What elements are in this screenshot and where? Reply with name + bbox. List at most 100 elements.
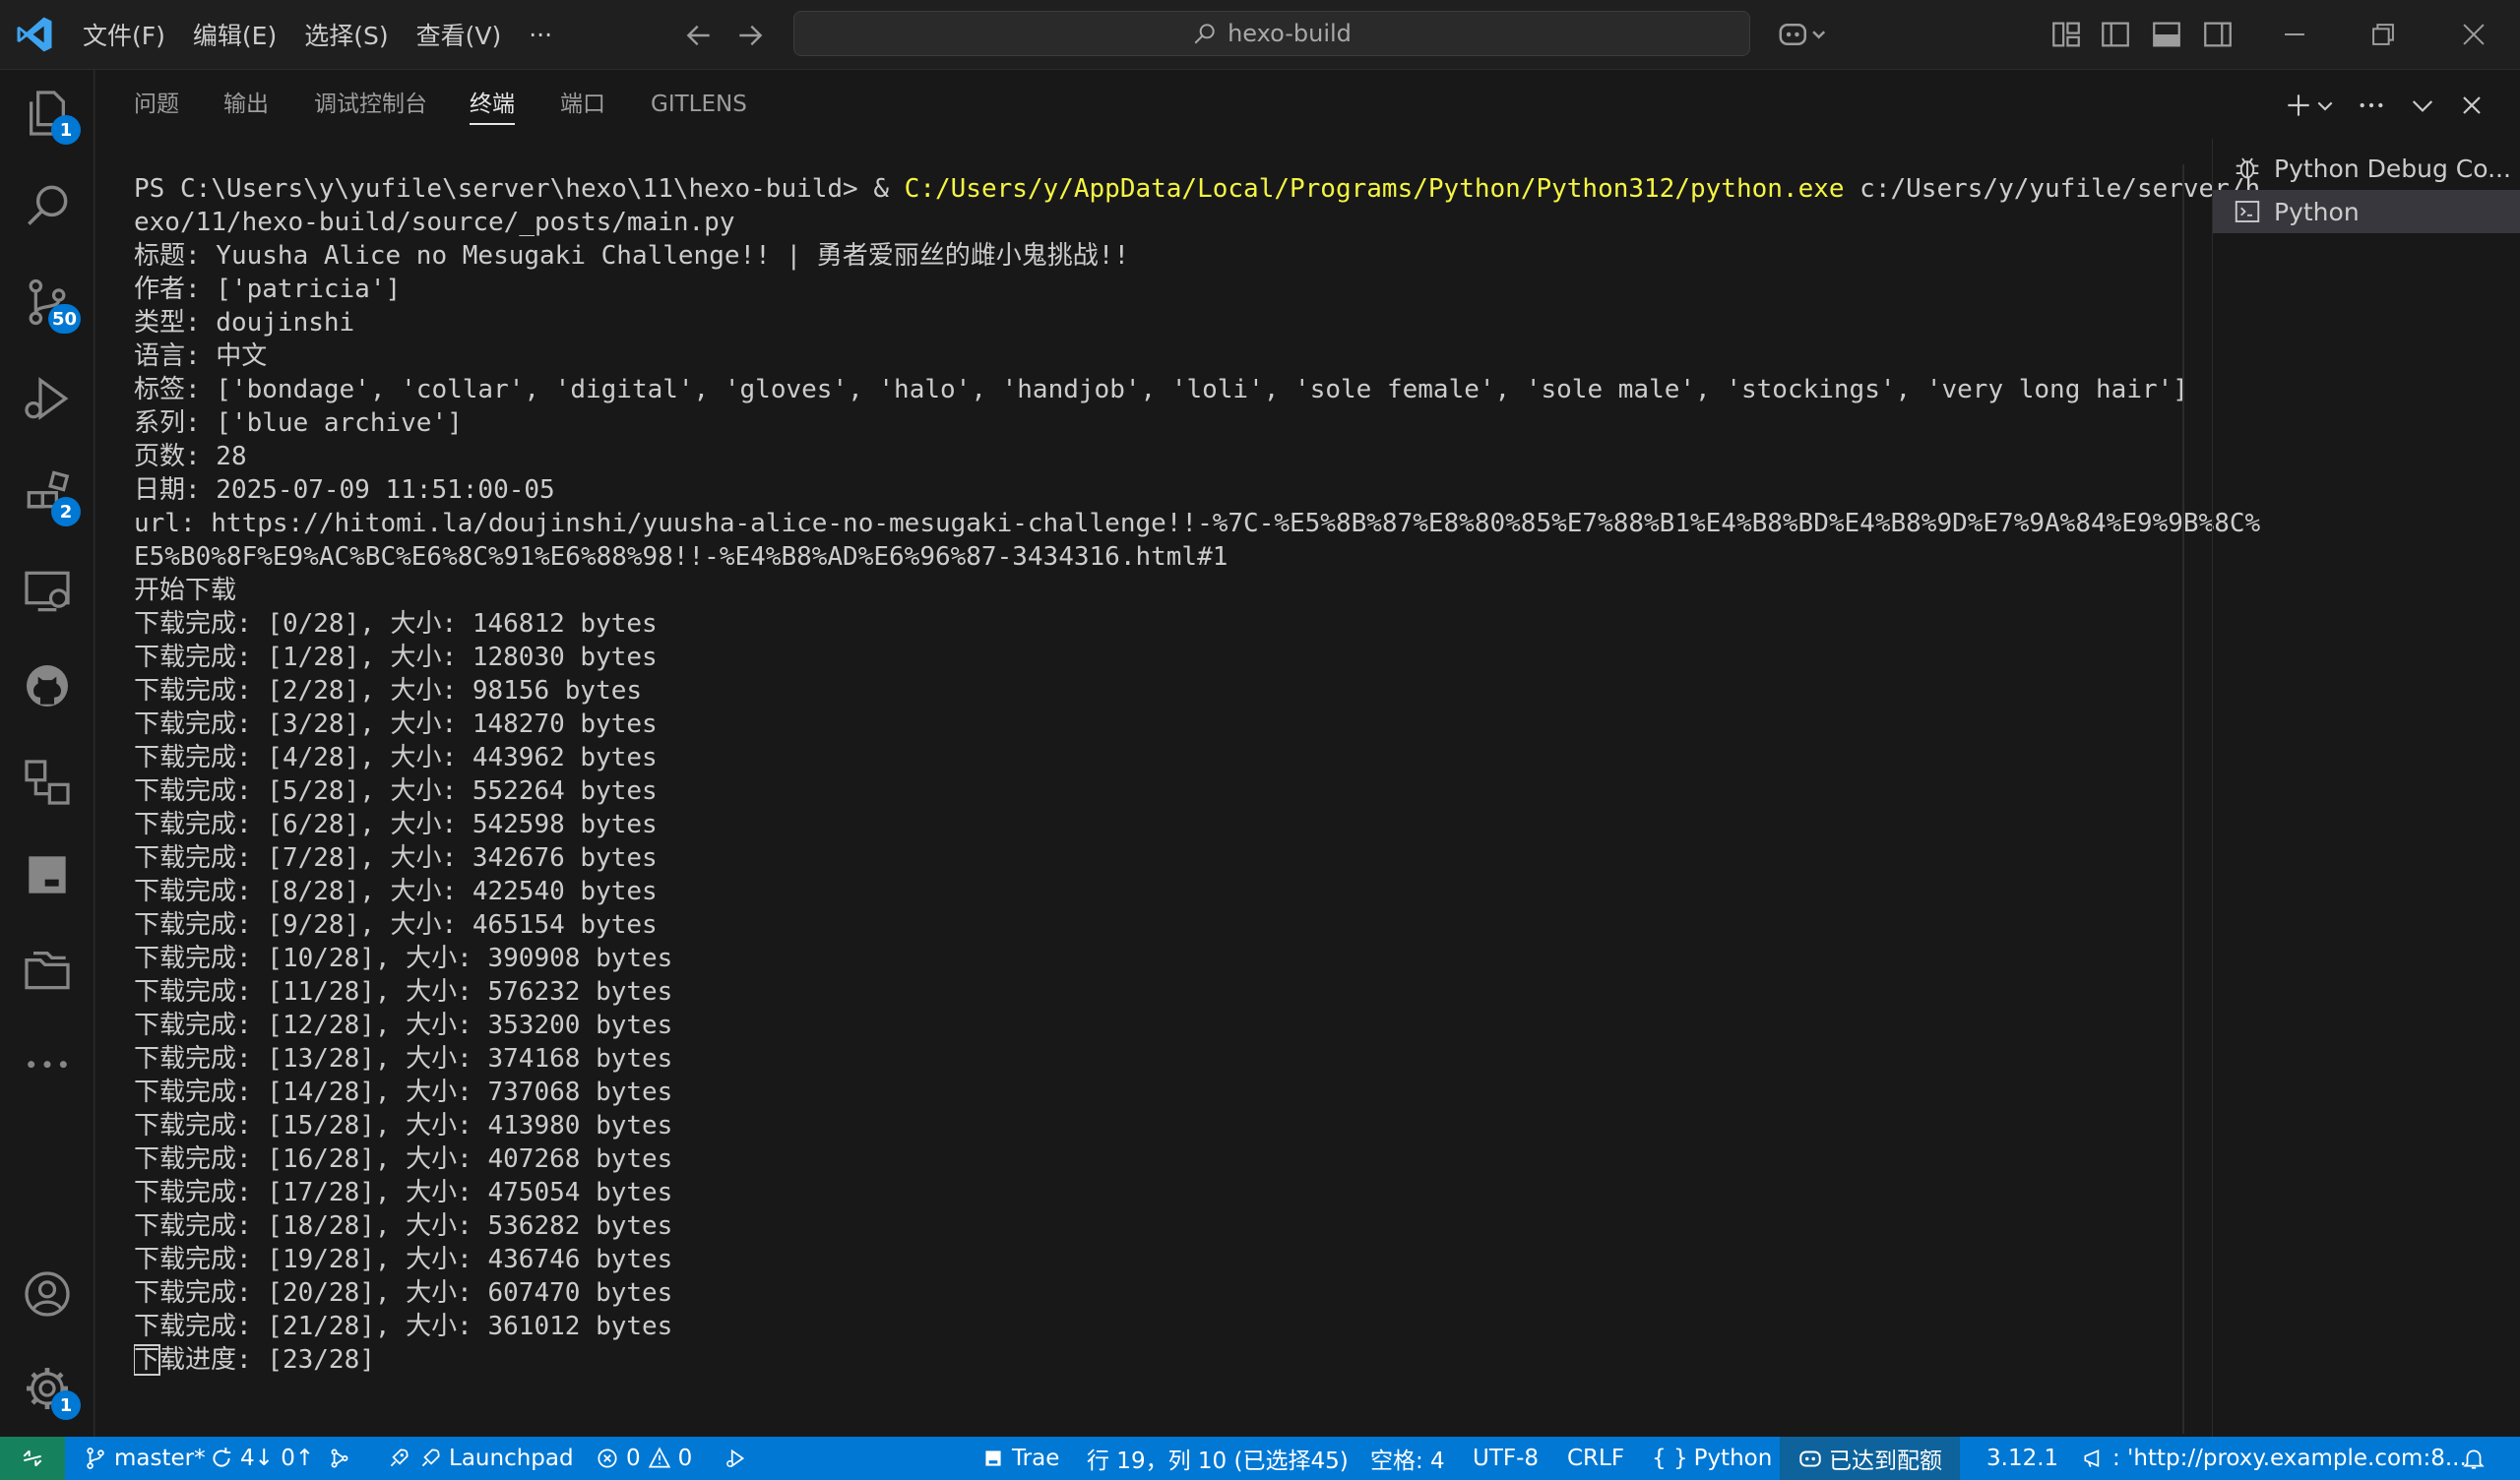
terminal-line: 日期: 2025-07-09 11:51:00-05 (134, 475, 555, 505)
cursor-position[interactable]: 行 19，列 10 (已选择45) (1087, 1437, 1349, 1480)
terminal-line: 下载完成: [7/28], 大小: 342676 bytes (134, 843, 658, 873)
more-views-button[interactable] (20, 1032, 75, 1087)
panel-view-button[interactable] (20, 847, 75, 902)
gitlens-graph-indicator[interactable] (327, 1437, 352, 1480)
copilot-quota[interactable]: 已达到配额 (1780, 1437, 1960, 1480)
accounts-button[interactable] (20, 1266, 75, 1322)
indentation[interactable]: 空格: 4 (1370, 1437, 1445, 1480)
terminal-line: 页数: 28 (134, 442, 247, 471)
trae-indicator[interactable]: Trae (980, 1437, 1059, 1480)
end-of-line[interactable]: CRLF (1567, 1437, 1624, 1480)
python-version[interactable]: 3.12.1 (1986, 1437, 2058, 1480)
bell-icon (2463, 1449, 2485, 1469)
github-button[interactable] (20, 658, 75, 713)
terminal-item-debug-label: Python Debug Co... (2274, 154, 2511, 183)
branch-indicator[interactable]: master* (83, 1437, 206, 1480)
copilot-status-icon (1799, 1450, 1821, 1467)
explorer-button[interactable]: 1 (20, 86, 81, 145)
collapse-panel-icon[interactable] (2407, 90, 2438, 121)
python-exe-path: C:/Users/y/AppData/Local/Programs/Python… (904, 174, 1845, 204)
command-center-search[interactable]: hexo-build (793, 11, 1750, 56)
terminal-command-line: PS C:\Users\y\yufile\server\hexo\11\hexo… (134, 172, 2270, 206)
close-panel-icon[interactable] (2456, 90, 2488, 121)
activity-bar: 1 50 2 1 (0, 70, 94, 1437)
forward-arrow-icon[interactable] (734, 20, 766, 51)
sync-icon (213, 1448, 231, 1467)
terminal-line: 下载完成: [21/28], 大小: 361012 bytes (134, 1312, 673, 1341)
title-bar: 文件(F) 编辑(E) 选择(S) 查看(V) ··· hexo-build (0, 0, 2520, 70)
more-actions-icon[interactable] (2356, 90, 2387, 121)
terminal-prompt: PS C:\Users\y\yufile\server\hexo\11\hexo… (134, 174, 905, 204)
terminal-progress-line: 下载进度: [23/28] (134, 1343, 2270, 1377)
terminal-line: 下载完成: [6/28], 大小: 542598 bytes (134, 810, 658, 839)
folders-button[interactable] (20, 942, 75, 997)
menu-edit[interactable]: 编辑(E) (179, 17, 290, 52)
tab-terminal[interactable]: 终端 (470, 70, 515, 139)
error-icon (598, 1449, 617, 1468)
launchpad-indicator[interactable]: Launchpad (386, 1437, 574, 1480)
proxy-indicator[interactable]: : 'http://proxy.example.com:8... (2081, 1437, 2467, 1480)
search-view-button[interactable] (20, 178, 75, 233)
tab-problems[interactable]: 问题 (134, 70, 179, 139)
toggle-primary-sidebar-icon[interactable] (2099, 18, 2132, 51)
terminal-scrollbar-track[interactable] (2182, 164, 2184, 1434)
launchpad-label: Launchpad (449, 1446, 574, 1471)
menu-bar: 文件(F) 编辑(E) 选择(S) 查看(V) ··· (69, 0, 566, 69)
terminal-line: 下载完成: [2/28], 大小: 98156 bytes (134, 676, 643, 706)
close-window-icon[interactable] (2457, 18, 2490, 51)
minimize-icon[interactable] (2278, 18, 2311, 51)
terminal-item-python-label: Python (2274, 197, 2360, 226)
restore-icon[interactable] (2366, 18, 2400, 51)
terminal-line: 下载完成: [15/28], 大小: 413980 bytes (134, 1111, 673, 1141)
account-icon (25, 1271, 70, 1317)
tab-ports[interactable]: 端口 (560, 70, 605, 139)
progress-text: 载进度: [23/28] (159, 1345, 375, 1375)
script-arg-1: c:/Users/y/yufile/server/h (1844, 174, 2261, 204)
run-debug-button[interactable] (20, 371, 75, 426)
notifications-button[interactable] (2461, 1437, 2487, 1480)
warning-count: 0 (677, 1446, 693, 1471)
problems-indicator[interactable]: 0 0 (595, 1437, 692, 1480)
new-terminal-icon[interactable] (2283, 90, 2314, 121)
git-graph-icon (331, 1449, 348, 1468)
terminal-item-python[interactable]: Python (2213, 190, 2520, 233)
remote-tree-button[interactable] (20, 755, 75, 810)
copilot-icon[interactable] (1778, 18, 1827, 51)
debug-launch-indicator[interactable] (723, 1437, 748, 1480)
terminal-line: 下载完成: [11/28], 大小: 576232 bytes (134, 977, 673, 1007)
remote-explorer-button[interactable] (20, 564, 75, 619)
panel-tabs: 问题 输出 调试控制台 终端 端口 GITLENS (95, 70, 2520, 139)
back-arrow-icon[interactable] (683, 20, 715, 51)
menu-view[interactable]: 查看(V) (403, 17, 516, 52)
language-mode[interactable]: { } Python (1652, 1437, 1772, 1480)
extensions-button[interactable]: 2 (20, 467, 81, 526)
menu-selection[interactable]: 选择(S) (290, 17, 402, 52)
toggle-secondary-sidebar-icon[interactable] (2201, 18, 2235, 51)
language-label: Python (1693, 1446, 1773, 1471)
broadcast-icon (2084, 1449, 2100, 1467)
source-control-button[interactable]: 50 (20, 275, 81, 334)
menu-file[interactable]: 文件(F) (69, 17, 179, 52)
sync-indicator[interactable]: 4↓ 0↑ (209, 1437, 314, 1480)
terminal-line: 下载完成: [18/28], 大小: 536282 bytes (134, 1211, 673, 1241)
manage-button[interactable]: 1 (20, 1361, 81, 1420)
branch-name: master* (114, 1446, 206, 1471)
quota-label: 已达到配额 (1829, 1449, 1942, 1474)
trae-icon (985, 1450, 1001, 1466)
terminal-item-debug[interactable]: Python Debug Co... (2213, 147, 2520, 190)
extensions-badge: 2 (51, 497, 81, 526)
tab-output[interactable]: 输出 (223, 70, 269, 139)
toggle-panel-icon[interactable] (2150, 18, 2183, 51)
remote-indicator[interactable] (0, 1437, 65, 1480)
chevron-down-icon[interactable] (2314, 90, 2336, 121)
encoding[interactable]: UTF-8 (1473, 1437, 1539, 1480)
customize-layout-icon[interactable] (2049, 18, 2083, 51)
remote-explorer-icon (25, 571, 70, 612)
tab-debug-console[interactable]: 调试控制台 (314, 70, 427, 139)
tab-gitlens[interactable]: GITLENS (651, 70, 747, 139)
hierarchy-icon (25, 760, 70, 805)
search-text: hexo-build (1228, 20, 1352, 47)
terminal-output[interactable]: PS C:\Users\y\yufile\server\hexo\11\hexo… (134, 172, 2270, 1422)
terminal-line: 下载完成: [3/28], 大小: 148270 bytes (134, 709, 658, 739)
menu-more[interactable]: ··· (515, 21, 566, 49)
